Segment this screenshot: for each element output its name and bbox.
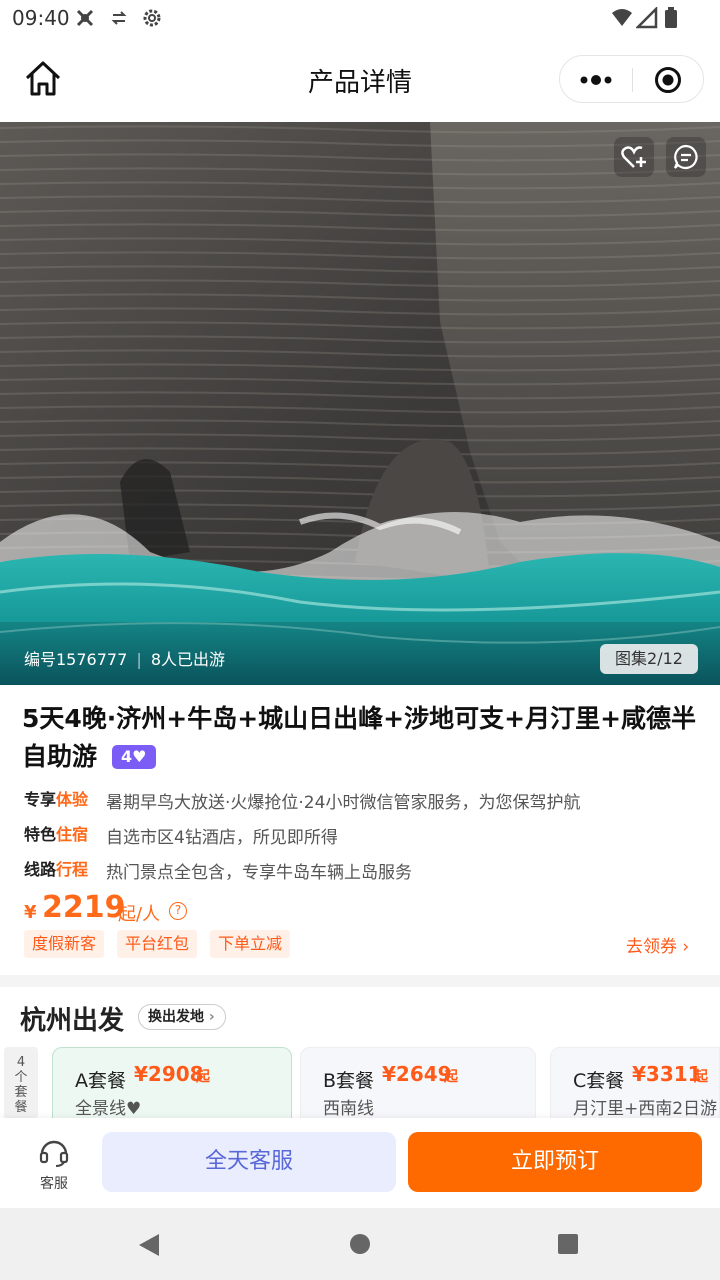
price-unit: 起/人: [118, 904, 161, 925]
bottom-action-bar: 客服 全天客服 立即预订: [0, 1118, 720, 1208]
miniprogram-capsule: [559, 55, 704, 103]
package-name: A套餐: [75, 1070, 126, 1092]
package-name: C套餐: [573, 1070, 625, 1092]
status-bar: 09:40: [0, 0, 720, 36]
status-time: 09:40: [12, 6, 70, 30]
level-number: 4: [120, 747, 133, 766]
favorite-add-icon: [620, 143, 648, 175]
package-price: ¥2908: [134, 1062, 204, 1086]
settings-icon: [141, 7, 163, 33]
price-value: 2219: [42, 890, 126, 925]
heart-icon: ♥: [132, 747, 147, 766]
departure-city: 杭州出发: [20, 1006, 125, 1036]
record-icon[interactable]: [654, 66, 682, 98]
battery-icon: [664, 7, 678, 33]
feature-text: 暑期早鸟大放送·火爆抢位·24小时微信管家服务，为您保驾护航: [106, 793, 581, 813]
data-icon: [110, 7, 128, 33]
system-nav-bar: [0, 1208, 720, 1280]
comment-button[interactable]: [666, 137, 706, 177]
gallery-badge[interactable]: 图集2/12: [600, 644, 698, 674]
package-price-suffix: 起: [196, 1069, 210, 1085]
chevron-right-icon: ›: [677, 937, 690, 957]
chevron-right-icon: ›: [204, 1009, 215, 1025]
cliff-sea-photo: [0, 122, 720, 685]
product-hero-image[interactable]: [0, 122, 720, 685]
home-circle-icon[interactable]: [349, 1233, 371, 1259]
feature-text: 自选市区4钻酒店，所见即所得: [106, 828, 338, 848]
change-departure-button[interactable]: 换出发地 ›: [138, 1004, 226, 1030]
recents-icon[interactable]: [557, 1233, 579, 1259]
price-row: ¥ 2219 起/人 ?: [24, 890, 424, 930]
capsule-divider: [632, 68, 633, 92]
customer-service-link[interactable]: [30, 1138, 78, 1172]
package-price-suffix: 起: [444, 1069, 458, 1085]
all-day-service-button[interactable]: 全天客服: [102, 1132, 396, 1192]
coupon-instant-discount[interactable]: 下单立减: [210, 930, 291, 958]
package-price: ¥3311: [632, 1062, 702, 1086]
section-separator: [0, 975, 720, 987]
price-currency: ¥: [24, 902, 37, 923]
customer-service-label[interactable]: 客服: [30, 1173, 78, 1193]
package-count: 4 个 套 餐: [4, 1047, 38, 1119]
hero-info: 编号1576777 | 8人已出游: [24, 646, 225, 670]
coupon-new-customer[interactable]: 度假新客: [24, 930, 105, 958]
feature-row-hotel: 特色住宿 自选市区4钻酒店，所见即所得: [24, 821, 704, 848]
feature-text: 热门景点全包含，专享牛岛车辆上岛服务: [106, 863, 412, 883]
feature-tag: 特色住宿: [24, 825, 89, 844]
wifi-icon: [610, 7, 634, 33]
package-price: ¥2649: [382, 1062, 452, 1086]
app-header: 产品详情: [0, 36, 720, 122]
feature-tag: 线路行程: [24, 860, 89, 879]
notification-icon: [74, 7, 96, 33]
comment-icon: [672, 143, 700, 175]
package-route: 全景线♥: [75, 1099, 142, 1119]
coupon-red-packet[interactable]: 平台红包: [117, 930, 198, 958]
level-badge: 4♥: [111, 745, 156, 769]
favorite-button[interactable]: [614, 137, 654, 177]
headset-icon: [38, 1140, 70, 1172]
price-help-icon[interactable]: ?: [169, 902, 187, 920]
package-route: 月汀里+西南2日游: [573, 1099, 718, 1119]
back-icon[interactable]: [137, 1232, 161, 1262]
package-name: B套餐: [323, 1070, 375, 1092]
feature-row-experience: 专享体验 暑期早鸟大放送·火爆抢位·24小时微信管家服务，为您保驾护航: [24, 786, 704, 813]
get-coupon-link[interactable]: 去领券 ›: [626, 932, 689, 957]
traveler-count: 8人已出游: [150, 650, 226, 669]
signal-icon: [634, 5, 658, 33]
package-price-suffix: 起: [694, 1069, 708, 1085]
book-now-button[interactable]: 立即预订: [408, 1132, 702, 1192]
feature-row-itinerary: 线路行程 热门景点全包含，专享牛岛车辆上岛服务: [24, 856, 704, 883]
package-route: 西南线: [323, 1099, 374, 1119]
feature-tag: 专享体验: [24, 790, 89, 809]
product-id: 编号1576777: [24, 650, 128, 669]
more-icon[interactable]: [578, 68, 614, 96]
info-divider: |: [136, 650, 142, 669]
product-title: 5天4晚·济州+牛岛+城山日出峰+涉地可支+月汀里+咸德半自助游 4♥: [22, 700, 702, 776]
